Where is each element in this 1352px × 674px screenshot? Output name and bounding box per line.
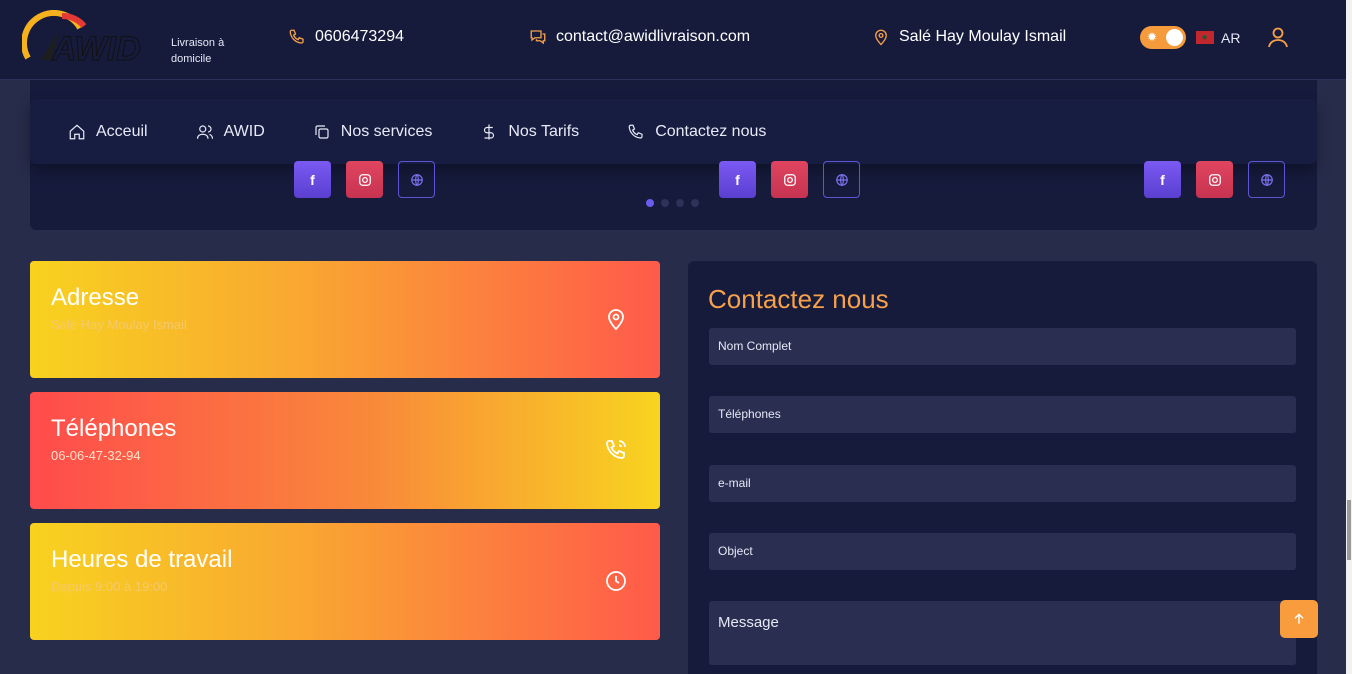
nav-label: Nos Tarifs (508, 122, 580, 140)
arrow-up-icon (1294, 613, 1304, 624)
instagram-icon[interactable] (1196, 161, 1233, 198)
back-to-top-button[interactable] (1280, 600, 1318, 638)
contact-form: Contactez nous Nom Complet Téléphones e-… (688, 261, 1317, 674)
contact-form-title: Contactez nous (708, 284, 889, 314)
facebook-icon[interactable]: f (1144, 161, 1181, 198)
chat-icon (530, 30, 546, 45)
phone-card: Téléphones 06-06-47-32-94 (30, 392, 660, 509)
carousel-dot[interactable] (676, 199, 684, 207)
logo-subtitle: Livraison à domicile (171, 35, 224, 67)
message-field[interactable]: Message (709, 601, 1296, 665)
nav-item-acceuil[interactable]: Acceuil (68, 123, 148, 141)
theme-toggle[interactable]: ✹ (1140, 26, 1186, 49)
globe-icon[interactable] (398, 161, 435, 198)
language-switch[interactable]: AR (1221, 30, 1240, 46)
header-email-text: contact@awidlivraison.com (556, 28, 751, 45)
phone-ringing-icon (606, 440, 626, 459)
object-field[interactable]: Object (709, 533, 1296, 570)
header-email[interactable]: contact@awidlivraison.com (529, 28, 750, 46)
nav-label: Acceuil (96, 122, 148, 140)
card-title: Téléphones (51, 415, 177, 442)
full-name-field[interactable]: Nom Complet (709, 328, 1296, 365)
phone-field[interactable]: Téléphones (709, 396, 1296, 433)
main-navbar: Acceuil AWID Nos services Nos Tarifs Con… (30, 99, 1317, 164)
instagram-icon[interactable] (346, 161, 383, 198)
globe-icon[interactable] (1248, 161, 1285, 198)
user-icon[interactable] (1266, 25, 1290, 49)
sun-icon: ✹ (1147, 30, 1158, 44)
carousel-dot[interactable] (646, 199, 654, 207)
location-pin-icon (875, 29, 887, 46)
nav-item-contact[interactable]: Contactez nous (627, 123, 766, 141)
card-title: Adresse (51, 284, 140, 311)
home-icon (69, 123, 85, 139)
nav-item-awid[interactable]: AWID (196, 123, 265, 141)
nav-label: Contactez nous (655, 122, 767, 140)
facebook-icon[interactable]: f (294, 161, 331, 198)
awid-logo[interactable]: AWID (22, 10, 172, 68)
users-icon (196, 124, 213, 139)
nav-label: Nos services (340, 122, 433, 140)
nav-item-services[interactable]: Nos services (313, 122, 433, 141)
top-bar: AWID Livraison à domicile 0606473294 con… (0, 0, 1346, 80)
toggle-knob (1166, 29, 1183, 46)
clock-icon (606, 571, 626, 591)
scrollbar[interactable] (1346, 0, 1352, 674)
hours-card: Heures de travail Depuis 9:00 à 19:00 (30, 523, 660, 640)
address-card: Adresse Salé Hay Moulay Ismail (30, 261, 660, 378)
header-address[interactable]: Salé Hay Moulay Ismail (872, 28, 1066, 46)
logo-subtitle-line2: domicile (171, 53, 212, 65)
header-address-text: Salé Hay Moulay Ismail (899, 28, 1067, 45)
facebook-icon[interactable]: f (719, 161, 756, 198)
header-phone-text: 0606473294 (315, 28, 404, 45)
copy-icon (315, 124, 329, 139)
header-phone[interactable]: 0606473294 (288, 28, 404, 46)
dollar-icon (484, 124, 495, 139)
logo-text: AWID (51, 30, 141, 68)
nav-label: AWID (223, 122, 265, 140)
card-value: Salé Hay Moulay Ismail (51, 317, 187, 332)
carousel-dots (646, 199, 699, 207)
location-pin-icon (608, 309, 624, 331)
card-value: Depuis 9:00 à 19:00 (51, 579, 168, 594)
phone-icon (289, 29, 304, 44)
card-value: 06-06-47-32-94 (51, 448, 141, 463)
card-title: Heures de travail (51, 546, 233, 573)
carousel-dot[interactable] (661, 199, 669, 207)
nav-item-tarifs[interactable]: Nos Tarifs (480, 123, 579, 141)
morocco-flag-icon[interactable]: ★ (1196, 31, 1214, 44)
email-field[interactable]: e-mail (709, 465, 1296, 502)
instagram-icon[interactable] (771, 161, 808, 198)
scrollbar-thumb[interactable] (1347, 500, 1351, 560)
logo-subtitle-line1: Livraison à (171, 37, 225, 49)
globe-icon[interactable] (823, 161, 860, 198)
carousel-dot[interactable] (691, 199, 699, 207)
phone-icon (628, 124, 643, 139)
